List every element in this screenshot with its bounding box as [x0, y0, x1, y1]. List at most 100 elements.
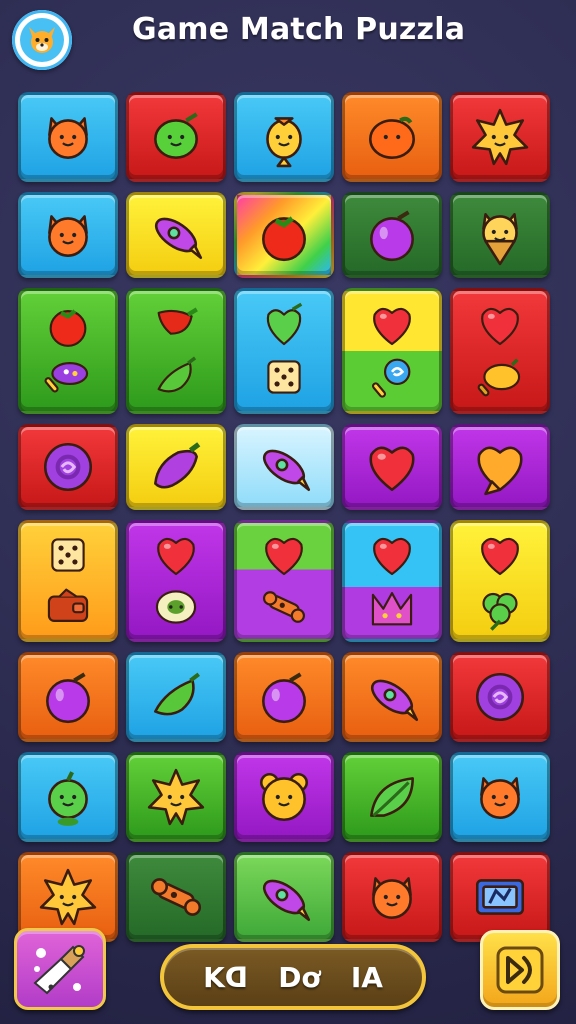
orange-fruit-icon — [361, 106, 423, 168]
board-tile[interactable] — [234, 520, 334, 642]
board-tile[interactable] — [18, 92, 118, 182]
board-tile[interactable] — [18, 288, 118, 414]
game-screen: Game Match Puzzla Kᗡ Dơ IA — [0, 0, 576, 1024]
page-title: Game Match Puzzla — [132, 12, 466, 47]
rocket-icon — [253, 866, 315, 928]
cat-icon — [469, 766, 531, 828]
board-tile[interactable] — [234, 424, 334, 510]
board-tile[interactable] — [450, 652, 550, 742]
board-tile[interactable] — [342, 852, 442, 942]
board-tile[interactable] — [234, 288, 334, 414]
board-row — [18, 92, 558, 182]
board-tile[interactable] — [18, 192, 118, 278]
leaf-icon — [361, 766, 423, 828]
heart-bow-icon — [469, 436, 531, 498]
crown-icon — [366, 581, 418, 633]
board-tile[interactable] — [342, 520, 442, 642]
board-tile[interactable] — [450, 92, 550, 182]
board-tile[interactable] — [342, 92, 442, 182]
control-button-right[interactable]: IA — [351, 961, 383, 994]
rocket-icon — [145, 204, 207, 266]
board-row — [18, 192, 558, 278]
board-row — [18, 520, 558, 642]
control-button-left[interactable]: Kᗡ — [203, 961, 248, 994]
board-tile[interactable] — [18, 424, 118, 510]
bone-icon — [145, 866, 207, 928]
fast-forward-icon — [496, 946, 544, 994]
cat-cone-icon — [469, 204, 531, 266]
wallet-icon — [42, 581, 94, 633]
board-row — [18, 652, 558, 742]
dice-icon — [42, 529, 94, 581]
board-row — [18, 288, 558, 414]
sun-star-icon — [37, 866, 99, 928]
board-tile[interactable] — [342, 424, 442, 510]
board-tile[interactable] — [342, 652, 442, 742]
board-tile[interactable] — [450, 752, 550, 842]
leaf-heart-icon — [258, 299, 310, 351]
board-tile[interactable] — [342, 288, 442, 414]
candy-ball-icon — [37, 436, 99, 498]
green-pepper-icon — [145, 666, 207, 728]
pea-icon — [37, 766, 99, 828]
board-tile[interactable] — [450, 288, 550, 414]
plum-icon — [361, 204, 423, 266]
board-tile[interactable] — [126, 752, 226, 842]
heart-icon — [258, 529, 310, 581]
board-tile[interactable] — [450, 192, 550, 278]
bear-face-icon — [253, 766, 315, 828]
board-tile[interactable] — [234, 192, 334, 278]
rocket-icon — [361, 666, 423, 728]
green-pepper-icon — [150, 351, 202, 403]
control-button-middle[interactable]: Dơ — [278, 961, 320, 994]
board-tile[interactable] — [342, 752, 442, 842]
cat-icon — [361, 866, 423, 928]
heart-icon — [361, 436, 423, 498]
ice-pop-icon — [42, 351, 94, 403]
rocket-icon — [253, 436, 315, 498]
cat-icon — [37, 204, 99, 266]
board-tile[interactable] — [18, 652, 118, 742]
board-tile[interactable] — [126, 92, 226, 182]
board-tile[interactable] — [126, 852, 226, 942]
board-tile[interactable] — [234, 752, 334, 842]
control-bar: Kᗡ Dơ IA — [160, 944, 426, 1010]
board-tile[interactable] — [126, 424, 226, 510]
map-icon — [469, 866, 531, 928]
bone-icon — [258, 581, 310, 633]
board-tile[interactable] — [234, 92, 334, 182]
lemon-icon — [474, 351, 526, 403]
clover-icon — [474, 581, 526, 633]
green-bean-icon — [145, 106, 207, 168]
eggplant-icon — [145, 436, 207, 498]
board-row — [18, 752, 558, 842]
fox-face-icon — [20, 18, 64, 62]
candy-ball-icon — [469, 666, 531, 728]
board-tile[interactable] — [450, 424, 550, 510]
sun-star-icon — [469, 106, 531, 168]
heart-icon — [474, 299, 526, 351]
plum-icon — [37, 666, 99, 728]
cat-icon — [37, 106, 99, 168]
next-button[interactable] — [480, 930, 560, 1010]
candy-pop-icon — [366, 351, 418, 403]
power-up-button[interactable] — [14, 928, 106, 1010]
avatar-button[interactable] — [12, 10, 72, 70]
board-tile[interactable] — [18, 520, 118, 642]
dice-icon — [258, 351, 310, 403]
magic-brush-icon — [33, 945, 85, 995]
board-tile[interactable] — [126, 652, 226, 742]
board-row — [18, 852, 558, 942]
heart-icon — [150, 529, 202, 581]
board-tile[interactable] — [18, 752, 118, 842]
board-tile[interactable] — [234, 652, 334, 742]
board-tile[interactable] — [450, 852, 550, 942]
board-tile[interactable] — [234, 852, 334, 942]
tomato-icon — [42, 299, 94, 351]
board-tile[interactable] — [126, 520, 226, 642]
board-tile[interactable] — [126, 192, 226, 278]
heart-icon — [366, 529, 418, 581]
board-tile[interactable] — [342, 192, 442, 278]
board-tile[interactable] — [126, 288, 226, 414]
board-tile[interactable] — [450, 520, 550, 642]
